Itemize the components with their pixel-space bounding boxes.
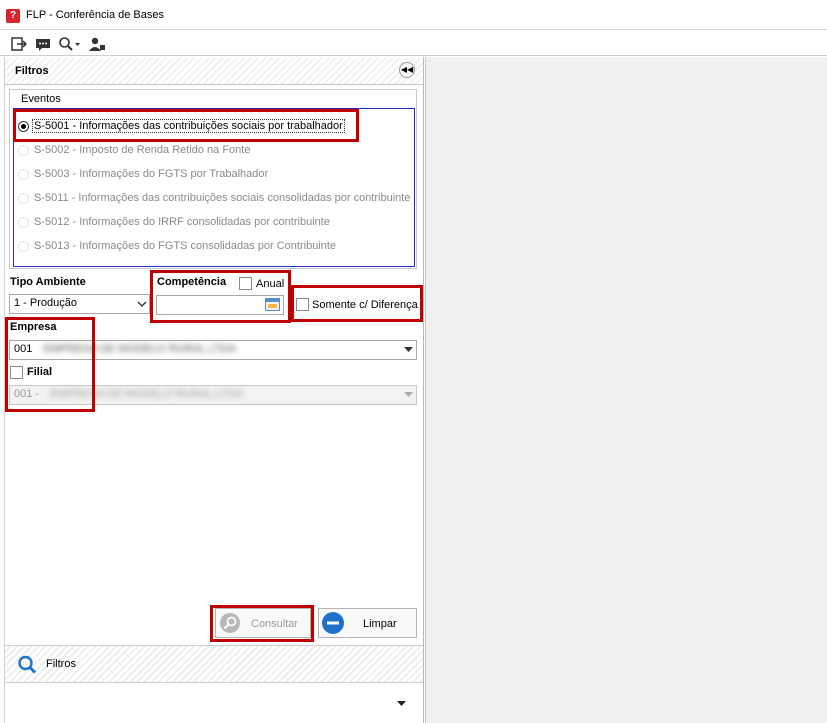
tipo-ambiente-select[interactable]: 1 - Produção <box>9 294 150 314</box>
radio-label-s5013[interactable]: S-5013 - Informações do FGTS consolidada… <box>34 240 336 252</box>
highlight-somente-diferenca <box>291 285 423 322</box>
title-bar: ? FLP - Conferência de Bases <box>0 0 827 30</box>
tipo-ambiente-label: Tipo Ambiente <box>10 276 86 288</box>
search-icon <box>18 655 37 674</box>
radio-label-s5011[interactable]: S-5011 - Informações das contribuições s… <box>34 192 410 204</box>
radio-label-s5003[interactable]: S-5003 - Informações do FGTS por Trabalh… <box>34 168 268 180</box>
highlight-consultar <box>210 605 314 642</box>
radio-s5002[interactable] <box>18 145 29 156</box>
minus-circle-icon <box>322 612 344 634</box>
filters-header-title: Filtros <box>15 65 49 77</box>
filters-header: Filtros <box>5 58 423 85</box>
radio-s5012[interactable] <box>18 217 29 228</box>
bottom-filters-label: Filtros <box>46 658 76 670</box>
eventos-label: Eventos <box>21 93 61 105</box>
radio-label-s5002[interactable]: S-5002 - Imposto de Renda Retido na Font… <box>34 144 250 156</box>
caret-down-icon[interactable] <box>397 701 406 707</box>
radio-s5013[interactable] <box>18 241 29 252</box>
radio-label-s5012[interactable]: S-5012 - Informações do IRRF consolidada… <box>34 216 330 228</box>
highlight-competencia <box>150 270 291 323</box>
chat-icon[interactable] <box>35 36 51 52</box>
toolbar <box>0 31 827 56</box>
window-title: FLP - Conferência de Bases <box>26 9 164 21</box>
highlight-empresa-filial <box>5 317 95 412</box>
caret-down-icon <box>404 347 413 352</box>
user-icon[interactable] <box>88 36 106 52</box>
app-icon: ? <box>6 9 20 23</box>
limpar-label: Limpar <box>363 618 397 630</box>
radio-s5011[interactable] <box>18 193 29 204</box>
radio-s5003[interactable] <box>18 169 29 180</box>
caret-down-icon <box>404 392 413 397</box>
highlight-s5001 <box>13 109 359 142</box>
collapse-panel-button[interactable]: ◀◀ <box>399 62 415 78</box>
search-dropdown-icon[interactable] <box>58 36 82 52</box>
tipo-ambiente-value: 1 - Produção <box>14 297 77 309</box>
limpar-button[interactable]: Limpar <box>318 608 417 638</box>
chevron-down-icon <box>137 301 147 307</box>
bottom-filters-tab[interactable]: Filtros <box>5 645 423 683</box>
exit-icon[interactable] <box>11 36 27 52</box>
results-panel <box>425 57 827 723</box>
